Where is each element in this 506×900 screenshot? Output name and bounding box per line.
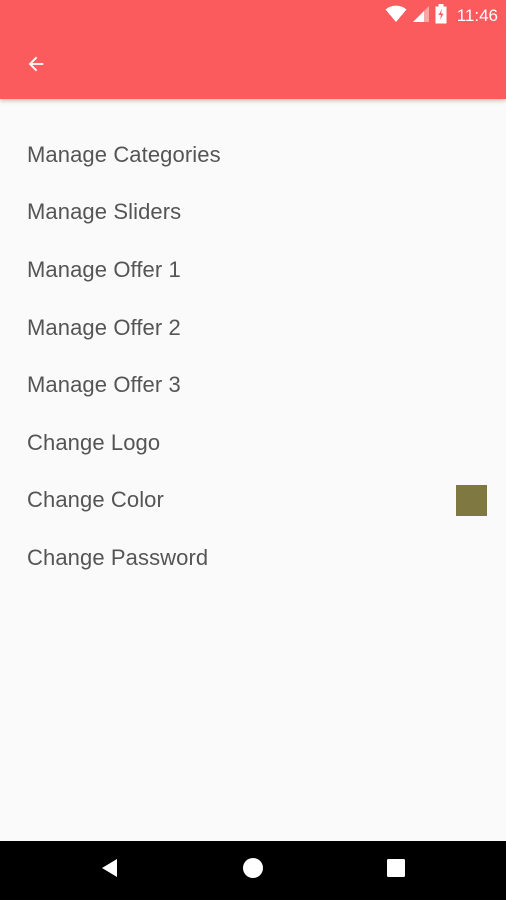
- nav-recents-button[interactable]: [376, 850, 416, 890]
- menu-item-manage-offer-2[interactable]: Manage Offer 2: [0, 299, 506, 357]
- menu-item-manage-categories[interactable]: Manage Categories: [0, 126, 506, 184]
- recents-square-icon: [387, 858, 405, 882]
- menu-item-manage-offer-3[interactable]: Manage Offer 3: [0, 356, 506, 414]
- back-button[interactable]: [16, 46, 56, 86]
- back-triangle-icon: [100, 858, 120, 883]
- menu-item-manage-sliders[interactable]: Manage Sliders: [0, 184, 506, 242]
- arrow-left-icon: [25, 53, 47, 80]
- home-circle-icon: [242, 857, 264, 884]
- signal-icon: [412, 5, 429, 27]
- menu-item-label: Change Password: [27, 544, 209, 570]
- app-bar: 11:46: [0, 0, 506, 99]
- system-nav-bar: [0, 841, 506, 900]
- menu-item-label: Manage Offer 1: [27, 256, 181, 282]
- battery-icon: [435, 3, 447, 29]
- menu-item-label: Manage Offer 2: [27, 314, 181, 340]
- menu-item-manage-offer-1[interactable]: Manage Offer 1: [0, 241, 506, 299]
- menu-item-label: Change Color: [27, 487, 164, 513]
- settings-content: Manage Categories Manage Sliders Manage …: [0, 99, 506, 841]
- status-time: 11:46: [456, 6, 498, 25]
- settings-menu-list: Manage Categories Manage Sliders Manage …: [0, 126, 506, 587]
- color-swatch[interactable]: [456, 485, 487, 517]
- nav-back-button[interactable]: [90, 850, 130, 890]
- menu-item-change-password[interactable]: Change Password: [0, 529, 506, 587]
- menu-item-change-color[interactable]: Change Color: [0, 472, 506, 530]
- status-icons: 11:46: [385, 3, 498, 29]
- menu-item-label: Manage Offer 3: [27, 372, 181, 398]
- menu-item-change-logo[interactable]: Change Logo: [0, 414, 506, 472]
- menu-item-label: Manage Categories: [27, 141, 221, 167]
- wifi-icon: [385, 5, 407, 28]
- menu-item-label: Change Logo: [27, 429, 161, 455]
- status-bar: 11:46: [0, 0, 506, 32]
- nav-home-button[interactable]: [233, 850, 273, 890]
- menu-item-label: Manage Sliders: [27, 199, 182, 225]
